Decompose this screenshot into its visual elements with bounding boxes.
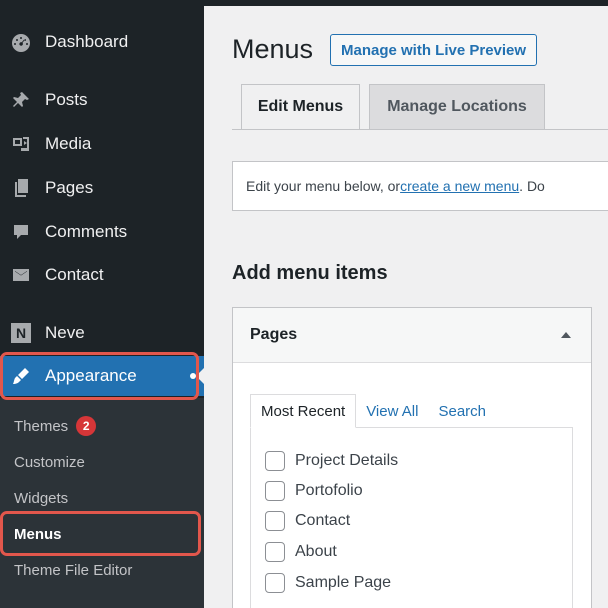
tab-divider <box>232 129 608 130</box>
tab-manage-locations[interactable]: Manage Locations <box>369 84 545 130</box>
manage-live-preview-button[interactable]: Manage with Live Preview <box>330 34 538 66</box>
checkbox[interactable] <box>265 451 285 471</box>
page-checkbox-item[interactable]: About <box>265 541 337 563</box>
tab-most-recent[interactable]: Most Recent <box>250 394 357 428</box>
sidebar-item-dashboard[interactable]: Dashboard <box>0 22 204 62</box>
sidebar-item-label: Contact <box>45 265 104 284</box>
brush-icon <box>10 365 32 387</box>
checkbox[interactable] <box>265 573 285 593</box>
envelope-icon <box>10 264 32 286</box>
submenu-item-customize[interactable]: Customize <box>0 445 204 479</box>
checkbox[interactable] <box>265 542 285 562</box>
collapse-arrow-icon[interactable] <box>561 332 571 338</box>
admin-sidebar: Dashboard Posts Media Pages Comments Con… <box>0 0 204 608</box>
create-new-menu-link[interactable]: create a new menu <box>400 178 519 194</box>
sidebar-item-posts[interactable]: Posts <box>0 80 204 120</box>
media-icon <box>10 133 32 155</box>
pages-accordion-header[interactable]: Pages <box>233 308 591 363</box>
page-checkbox-item[interactable]: Portofolio <box>265 480 363 502</box>
submenu-item-widgets[interactable]: Widgets <box>0 481 204 515</box>
sidebar-item-comments[interactable]: Comments <box>0 212 204 252</box>
appearance-submenu: Themes 2 Customize Widgets Menus Theme F… <box>0 398 204 608</box>
sidebar-item-pages[interactable]: Pages <box>0 168 204 208</box>
sidebar-item-label: Comments <box>45 222 128 241</box>
pages-inner-tabs: Most Recent View All Search <box>250 394 496 428</box>
submenu-item-theme-file-editor[interactable]: Theme File Editor <box>0 553 204 587</box>
page-checkbox-item[interactable]: Project Details <box>265 450 398 472</box>
submenu-item-themes[interactable]: Themes 2 <box>0 409 204 443</box>
comment-icon <box>10 221 32 243</box>
checkbox[interactable] <box>265 481 285 501</box>
sidebar-item-label: Media <box>45 134 92 153</box>
sidebar-item-appearance[interactable]: Appearance <box>0 356 204 396</box>
pin-icon <box>10 89 32 111</box>
page-checkbox-item[interactable]: Contact <box>265 510 350 532</box>
sidebar-item-label: Neve <box>45 323 85 342</box>
page-checkbox-item[interactable]: Sample Page <box>265 572 391 594</box>
dashboard-icon <box>10 31 32 53</box>
pages-icon <box>10 177 32 199</box>
tab-view-all[interactable]: View All <box>356 394 428 428</box>
neve-logo-icon: N <box>10 322 32 344</box>
sidebar-item-label: Pages <box>45 178 94 197</box>
submenu-item-menus[interactable]: Menus <box>0 517 204 551</box>
sidebar-item-label: Appearance <box>45 366 137 385</box>
current-menu-arrow <box>196 368 204 384</box>
sidebar-item-media[interactable]: Media <box>0 124 204 164</box>
add-menu-items-heading: Add menu items <box>232 262 388 284</box>
checkbox[interactable] <box>265 511 285 531</box>
tab-search[interactable]: Search <box>428 394 496 428</box>
sidebar-item-label: Posts <box>45 90 88 109</box>
page-title: Menus <box>232 34 314 64</box>
sidebar-item-neve[interactable]: N Neve <box>0 313 204 353</box>
sidebar-item-contact[interactable]: Contact <box>0 255 204 295</box>
sidebar-item-label: Dashboard <box>45 32 129 51</box>
update-count-badge: 2 <box>76 416 97 436</box>
tab-edit-menus[interactable]: Edit Menus <box>241 84 360 130</box>
menu-notice: Edit your menu below, or create a new me… <box>232 161 608 211</box>
